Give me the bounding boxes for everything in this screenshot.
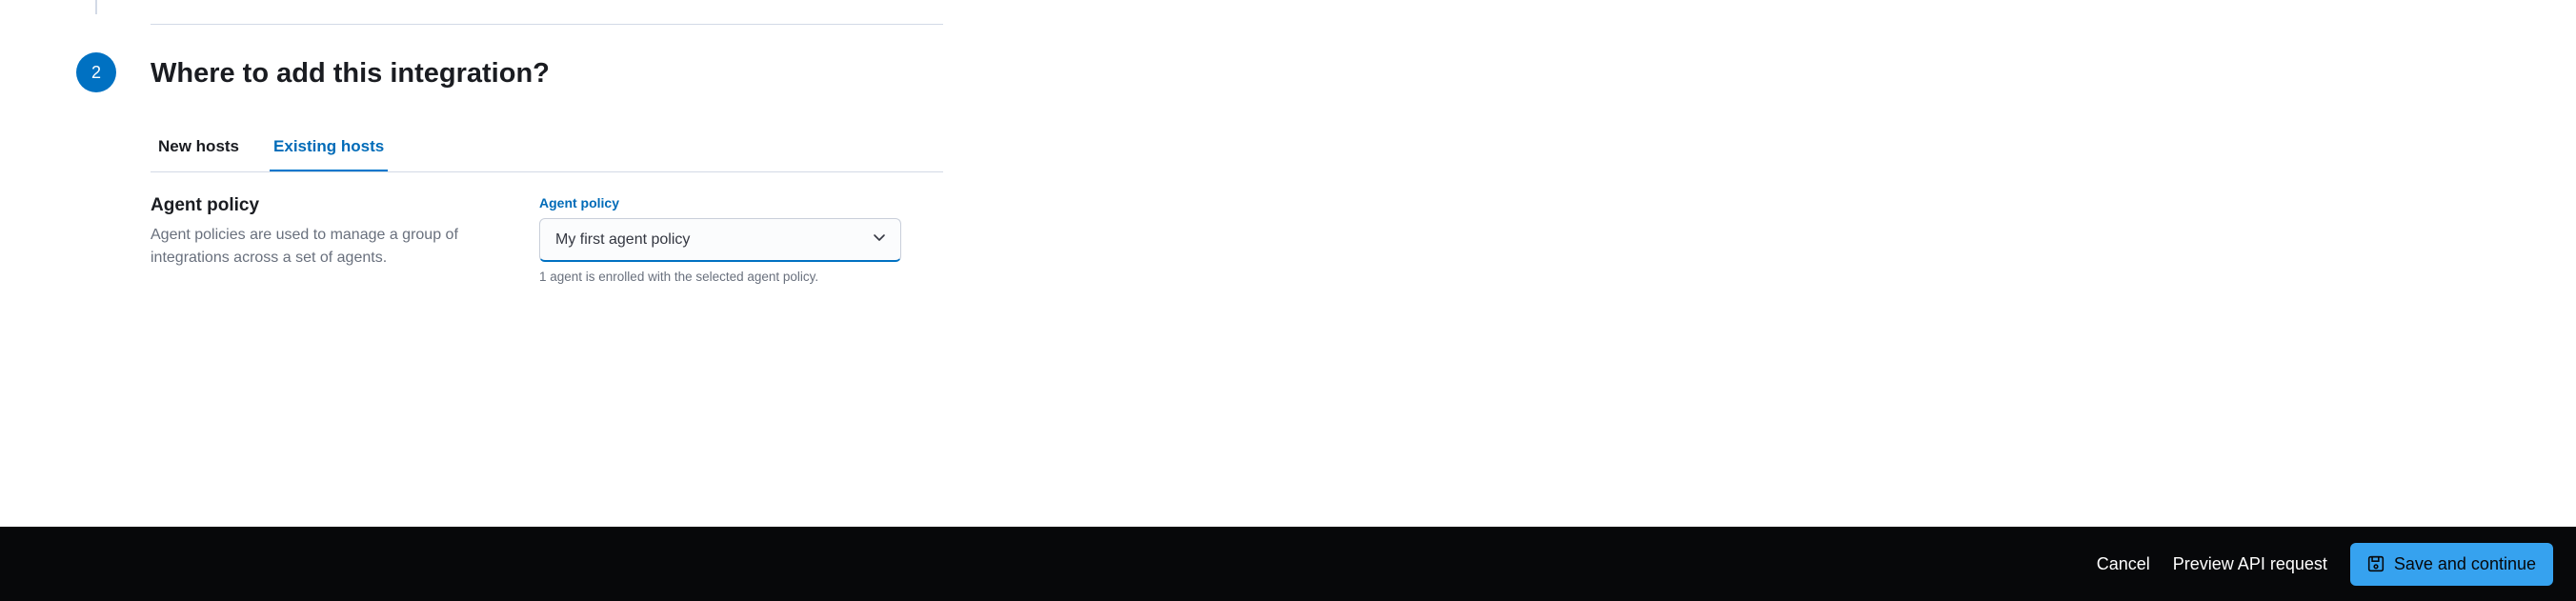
tab-new-hosts[interactable]: New hosts [154,126,243,171]
agent-policy-select[interactable]: My first agent policy [539,218,901,262]
save-icon [2367,555,2385,572]
agent-policy-field-label: Agent policy [539,195,943,210]
chevron-down-icon [872,230,887,250]
preview-label: Preview API request [2173,554,2327,573]
tab-label: Existing hosts [273,137,384,155]
step-number-badge: 2 [76,52,116,92]
divider [151,24,943,25]
preview-api-button[interactable]: Preview API request [2173,554,2327,574]
save-label: Save and continue [2394,554,2536,574]
timeline-connector [95,0,97,14]
cancel-label: Cancel [2097,554,2150,573]
host-tabs: New hosts Existing hosts [151,126,943,172]
agent-policy-heading: Agent policy [151,195,493,216]
footer-bar: Cancel Preview API request Save and cont… [0,527,2576,601]
step-number: 2 [91,63,101,83]
step-title: Where to add this integration? [151,58,943,90]
agent-policy-selected-value: My first agent policy [555,231,690,249]
tab-existing-hosts[interactable]: Existing hosts [270,126,388,171]
save-and-continue-button[interactable]: Save and continue [2350,543,2553,586]
cancel-button[interactable]: Cancel [2097,554,2150,574]
agent-policy-helper: 1 agent is enrolled with the selected ag… [539,270,943,284]
tab-label: New hosts [158,137,239,155]
agent-policy-description: Agent policies are used to manage a grou… [151,224,493,270]
